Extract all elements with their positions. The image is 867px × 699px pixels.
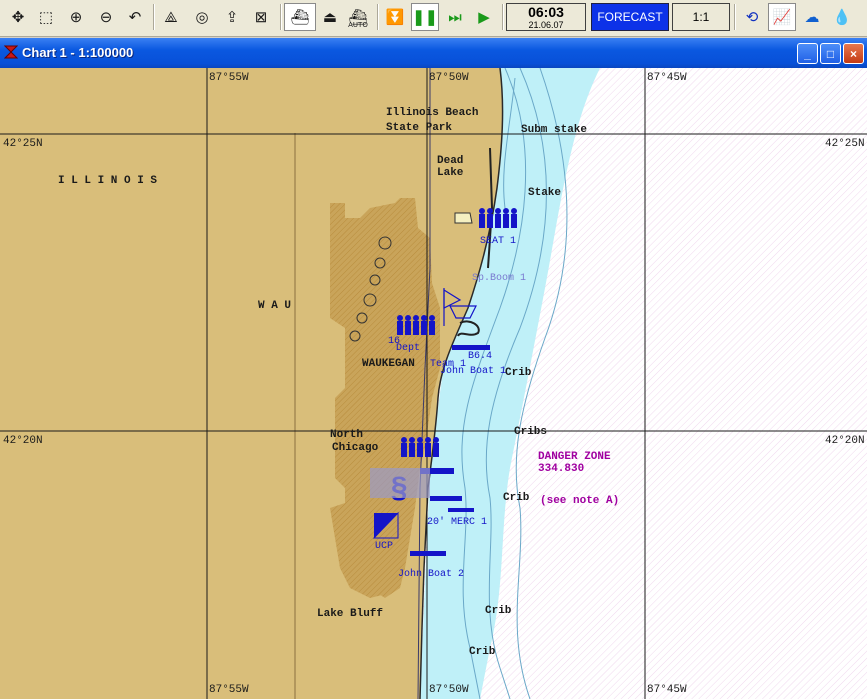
danger-zone-note: (see note A)	[540, 495, 619, 507]
scale-button[interactable]: 1:1	[672, 3, 730, 31]
clock-date: 21.06.07	[528, 20, 564, 30]
boat-icon	[430, 496, 462, 501]
place-north: North	[330, 429, 363, 441]
boat-icon	[452, 345, 490, 350]
place-stake: Stake	[528, 187, 561, 199]
seat-1-group[interactable]	[479, 208, 517, 228]
lat-label-right-1: 42°25N	[825, 138, 865, 150]
lon-label-bottom-1: 87°55W	[209, 684, 249, 696]
wind-icon[interactable]: ☁	[798, 3, 826, 31]
auto-ship-icon[interactable]: ⛴ AUTO	[344, 3, 372, 31]
dead-lake	[454, 212, 473, 224]
lat-label-left-1: 42°25N	[3, 138, 43, 150]
lat-label-right-2: 42°20N	[825, 435, 865, 447]
place-crib-d: Crib	[469, 646, 496, 658]
fast-forward-icon[interactable]: ⏭	[441, 3, 469, 31]
lat-label-left-2: 42°20N	[3, 435, 43, 447]
place-illinois: I L L I N O I S	[58, 175, 157, 187]
chart-map[interactable]: 87°55W 87°50W 87°45W 87°55W 87°50W 87°45…	[0, 68, 867, 699]
lon-label-top-1: 87°55W	[209, 72, 249, 84]
target-icon[interactable]: ◎	[188, 3, 216, 31]
ship-icon[interactable]: ⛴	[284, 3, 316, 31]
personnel-icon	[401, 437, 439, 457]
place-chicago: Chicago	[332, 442, 379, 454]
zoom-in-icon[interactable]: ⊕	[62, 3, 90, 31]
place-crib-b: Crib	[503, 492, 530, 504]
app-icon	[4, 45, 18, 59]
auto-label: AUTO	[348, 21, 368, 29]
place-lake-bluff: Lake Bluff	[317, 608, 383, 620]
minimize-button[interactable]: _	[797, 43, 818, 64]
pan-icon[interactable]: ✥	[4, 3, 32, 31]
play-icon[interactable]: ▶	[470, 3, 498, 31]
window-titlebar[interactable]: Chart 1 - 1:100000 _ □ ×	[0, 38, 867, 68]
boat-icon	[410, 551, 446, 556]
stop-icon[interactable]: ⏬	[381, 3, 409, 31]
place-crib-a: Crib	[505, 367, 532, 379]
weather-icon[interactable]: ⟲	[738, 3, 766, 31]
export-icon[interactable]: ⇪	[218, 3, 246, 31]
chart-canvas[interactable]: 87°55W 87°50W 87°45W 87°55W 87°50W 87°45…	[0, 68, 867, 699]
chart-icon[interactable]: 📈	[768, 3, 796, 31]
unit-ucp[interactable]: UCP	[375, 541, 393, 552]
place-subm-stake: Subm stake	[521, 124, 587, 136]
boat-icon[interactable]: ⏏	[316, 3, 344, 31]
clock-display: 06:03 21.06.07	[506, 3, 586, 31]
unit-dept[interactable]: Dept	[396, 343, 420, 354]
danger-zone-frequency: 334.830	[538, 463, 584, 475]
route-icon[interactable]: ⟁	[157, 3, 185, 31]
lon-label-bottom-3: 87°45W	[647, 684, 687, 696]
unit-john-boat-2[interactable]: John Boat 2	[398, 568, 464, 580]
place-cribs: Cribs	[514, 426, 547, 438]
place-dead: Dead	[437, 155, 463, 167]
forecast-button[interactable]: FORECAST	[591, 3, 669, 31]
unit-cluster-labels	[370, 468, 430, 498]
pause-icon[interactable]: ❚❚	[411, 3, 439, 31]
personnel-icon	[397, 315, 435, 335]
personnel-icon	[479, 208, 517, 228]
maximize-button[interactable]: □	[820, 43, 841, 64]
zoom-out-icon[interactable]: ⊖	[92, 3, 120, 31]
unit-sp-boom[interactable]: Sp.Boom 1	[472, 273, 526, 284]
undo-icon[interactable]: ↶	[121, 3, 149, 31]
place-state-park: State Park	[386, 122, 452, 134]
place-illinois-beach: Illinois Beach	[386, 107, 478, 119]
select-icon[interactable]: ⬚	[32, 3, 60, 31]
place-lake: Lake	[437, 167, 464, 179]
unit-seat-1[interactable]: SEAT 1	[480, 236, 516, 247]
lon-label-top-3: 87°45W	[647, 72, 687, 84]
danger-zone-label: DANGER ZONE	[538, 451, 611, 463]
window-title: Chart 1 - 1:100000	[22, 45, 134, 60]
tide-icon[interactable]: 💧	[828, 3, 856, 31]
import-icon[interactable]: ⊠	[247, 3, 275, 31]
boat-icon	[448, 508, 474, 512]
toolbar: ✥ ⬚ ⊕ ⊖ ↶ ⟁ ◎ ⇪ ⊠ ⛴ ⏏ ⛴ AUTO ⏬ ❚❚ ⏭ ▶ 06:…	[0, 0, 867, 37]
place-waukegan: WAUKEGAN	[362, 358, 415, 370]
unit-b6-4[interactable]: B6.4	[468, 351, 492, 362]
place-wau: W A U	[258, 300, 291, 312]
unit-john-boat-1[interactable]: John Boat 1	[440, 365, 506, 377]
clock-time: 06:03	[528, 4, 564, 20]
unit-merc-1[interactable]: 20' MERC 1	[427, 516, 487, 528]
close-button[interactable]: ×	[843, 43, 864, 64]
lon-label-top-2: 87°50W	[429, 72, 469, 84]
lon-label-bottom-2: 87°50W	[429, 684, 469, 696]
place-crib-c: Crib	[485, 605, 512, 617]
